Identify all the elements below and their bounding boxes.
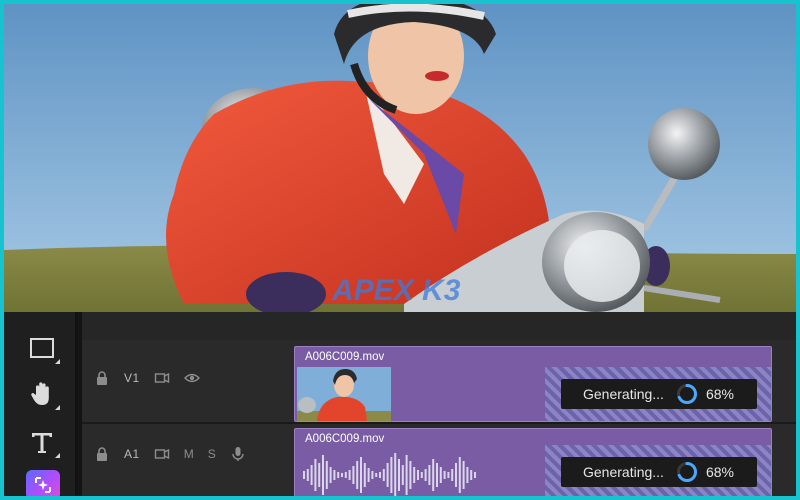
progress-percent: 68% bbox=[705, 386, 734, 402]
track-a1: A1 M S A006C009.mov Generating... 68% bbox=[82, 424, 796, 496]
rectangle-tool[interactable] bbox=[24, 330, 60, 366]
progress-spinner-icon bbox=[676, 462, 697, 482]
track-label[interactable]: V1 bbox=[124, 371, 140, 385]
type-tool-icon bbox=[32, 433, 52, 453]
preview-frame-image bbox=[4, 4, 796, 312]
track-v1-header: V1 bbox=[94, 368, 200, 388]
hand-tool[interactable] bbox=[24, 376, 60, 412]
generating-label: Generating... bbox=[583, 464, 664, 480]
watermark-logo: APEX K3 bbox=[330, 270, 470, 308]
generative-extend-region: Generating... 68% bbox=[545, 367, 771, 421]
rectangle-tool-icon bbox=[30, 338, 54, 358]
lock-icon[interactable] bbox=[94, 370, 110, 386]
mute-button[interactable]: M bbox=[184, 447, 194, 461]
generating-status: Generating... 68% bbox=[561, 457, 757, 487]
timeline-panel: V1 A006C009.mov Generating... 68% A1 M S… bbox=[4, 312, 796, 496]
microphone-icon[interactable] bbox=[230, 446, 246, 462]
clip-thumbnail bbox=[297, 367, 391, 421]
eye-icon[interactable] bbox=[183, 370, 200, 386]
timeline-tracks: V1 A006C009.mov Generating... 68% A1 M S… bbox=[82, 312, 796, 496]
generating-label: Generating... bbox=[583, 386, 664, 402]
progress-spinner-icon bbox=[676, 384, 697, 404]
generative-ai-tool[interactable] bbox=[26, 470, 60, 496]
generative-extend-region: Generating... 68% bbox=[545, 445, 771, 496]
progress-percent: 68% bbox=[705, 464, 734, 480]
type-tool[interactable] bbox=[24, 424, 60, 460]
audio-waveform bbox=[303, 453, 476, 496]
clip-name: A006C009.mov bbox=[305, 433, 385, 445]
generating-status: Generating... 68% bbox=[561, 379, 757, 409]
track-v1: V1 A006C009.mov Generating... 68% bbox=[82, 340, 796, 424]
clip-name: A006C009.mov bbox=[305, 351, 385, 363]
svg-text:APEX K3: APEX K3 bbox=[331, 274, 461, 307]
sync-lock-icon[interactable] bbox=[154, 446, 170, 462]
track-label[interactable]: A1 bbox=[124, 447, 140, 461]
generative-ai-icon bbox=[35, 477, 51, 493]
tool-palette bbox=[4, 312, 76, 496]
sync-lock-icon[interactable] bbox=[154, 370, 170, 386]
video-preview[interactable]: APEX K3 bbox=[4, 4, 796, 312]
solo-button[interactable]: S bbox=[208, 447, 216, 461]
audio-clip[interactable]: A006C009.mov Generating... 68% bbox=[294, 428, 772, 496]
app-frame: APEX K3 V1 A006C009.mov Generating... 68… bbox=[0, 0, 800, 500]
video-clip[interactable]: A006C009.mov Generating... 68% bbox=[294, 346, 772, 422]
hand-tool-icon bbox=[31, 382, 49, 405]
lock-icon[interactable] bbox=[94, 446, 110, 462]
track-a1-header: A1 M S bbox=[94, 444, 246, 464]
